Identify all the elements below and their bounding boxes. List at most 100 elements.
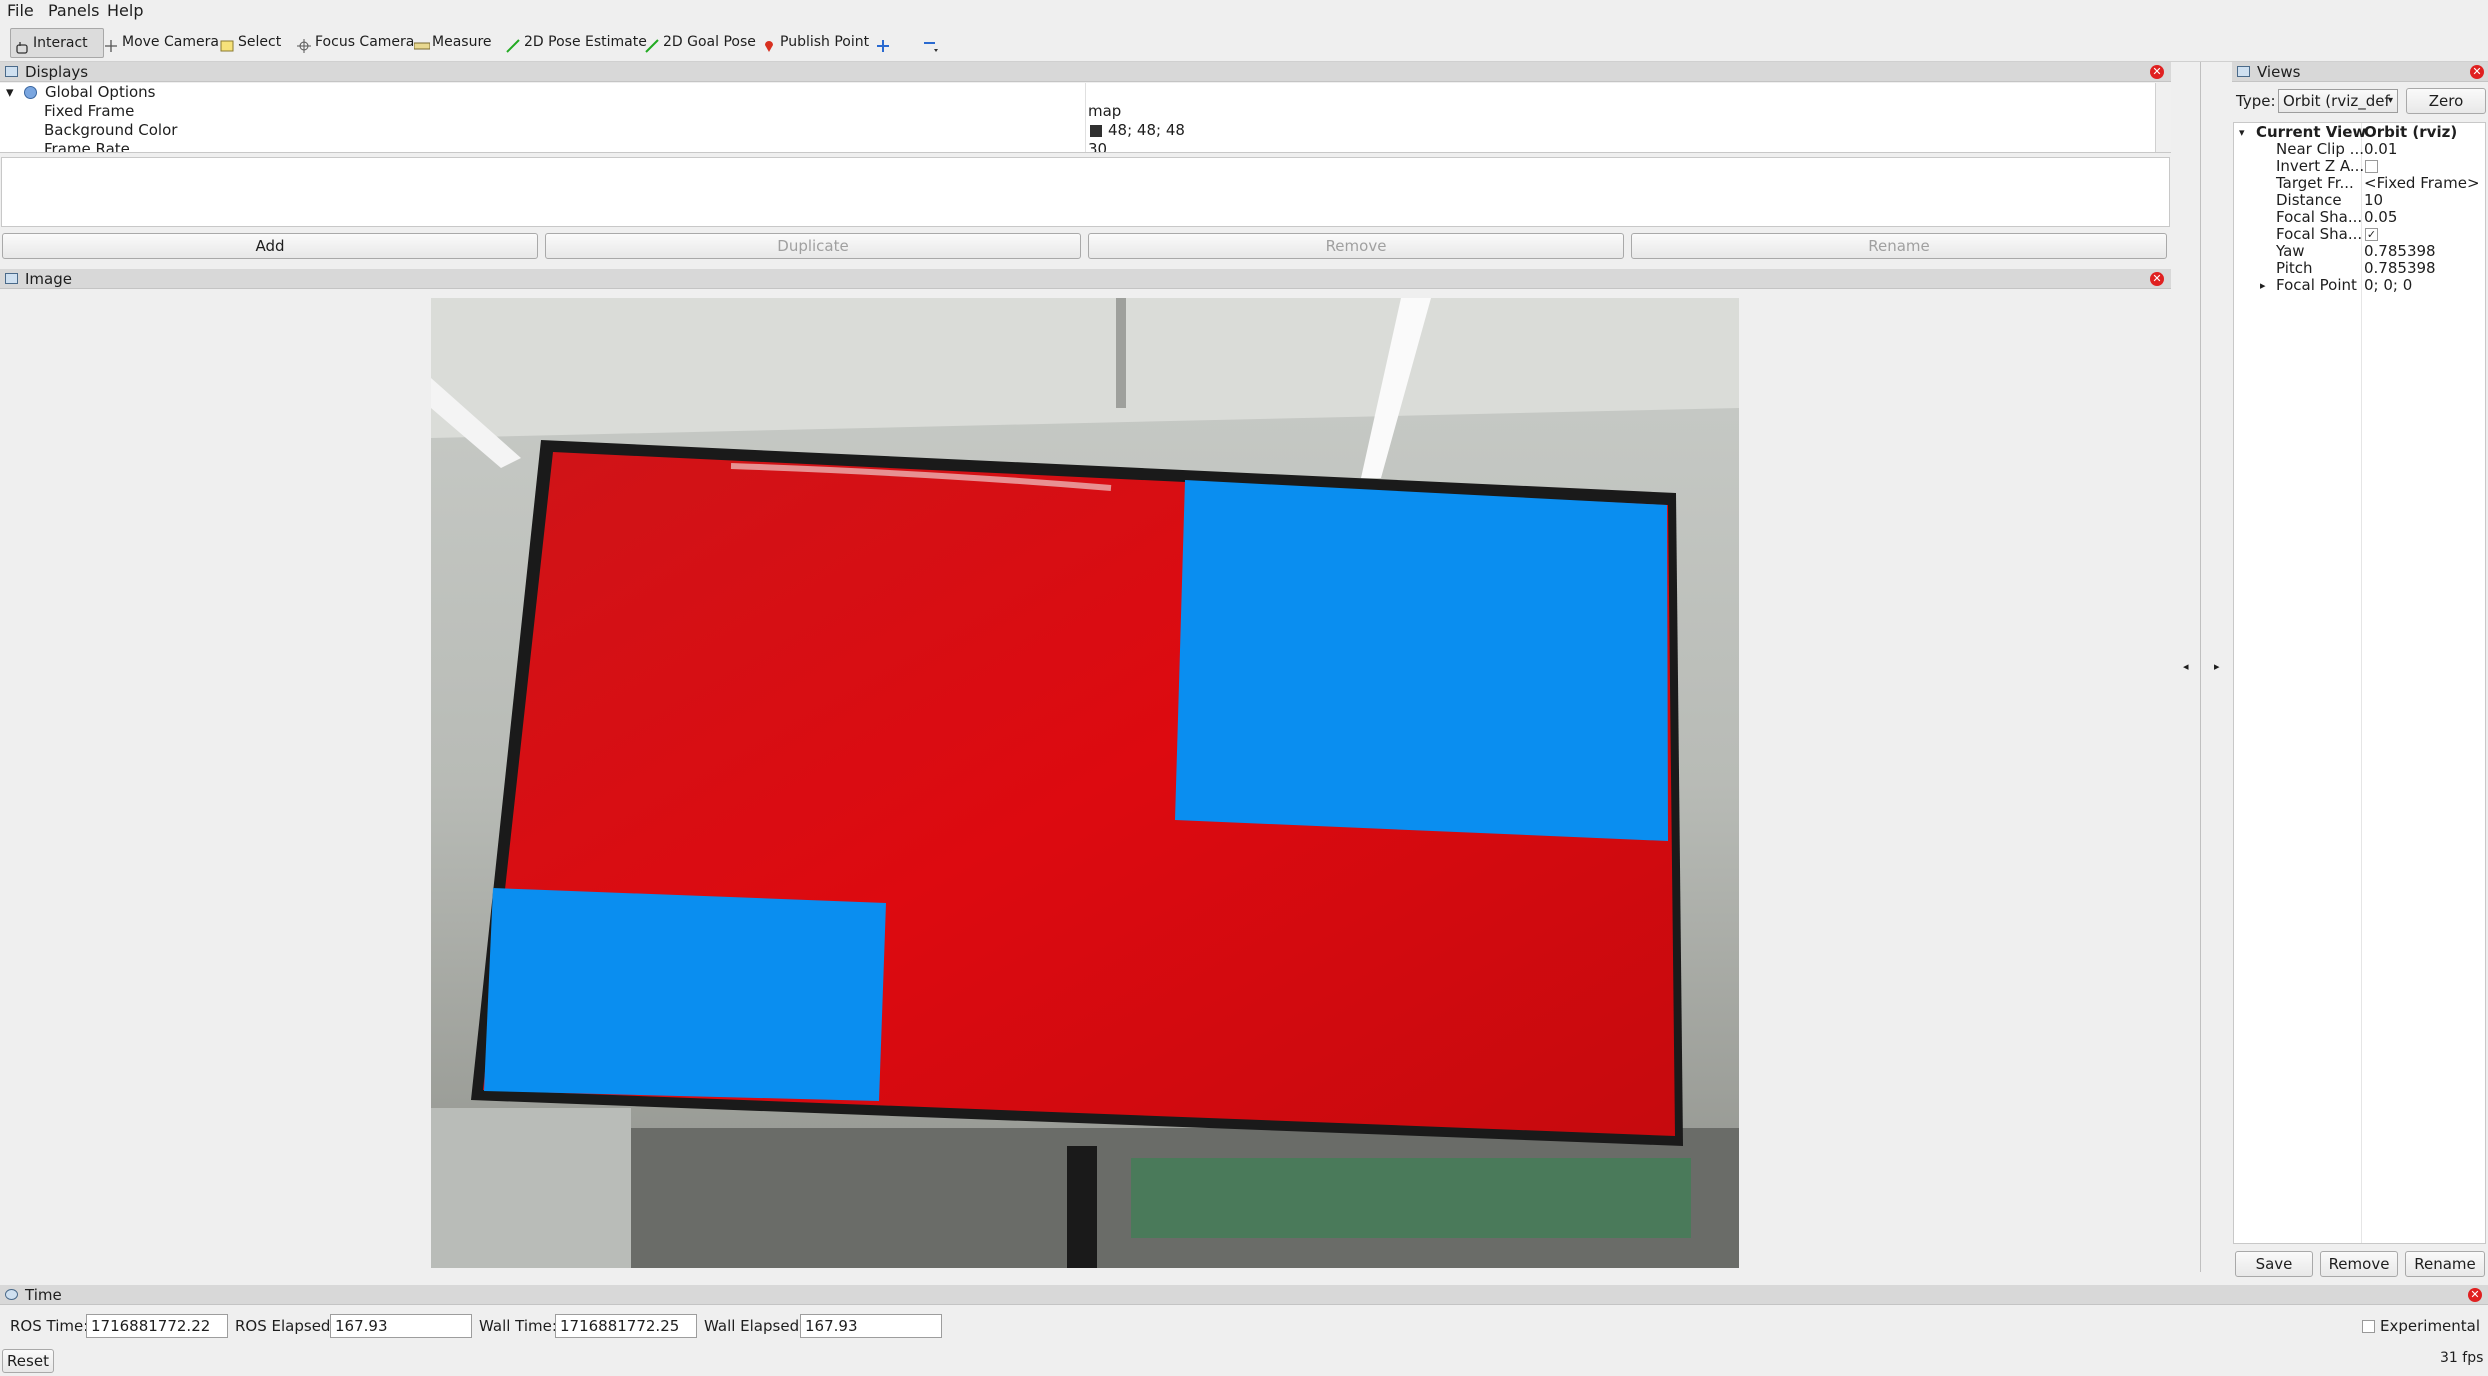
ros-elapsed-label: ROS Elapsed: (235, 1317, 336, 1335)
views-tree: ▾ Current View Orbit (rviz) Near Clip ..… (2233, 122, 2486, 1244)
green-arrow-icon (645, 35, 659, 53)
interact-tool-button[interactable]: Interact (10, 28, 104, 58)
expand-arrow-icon[interactable]: ▾ (2239, 123, 2245, 142)
add-display-button[interactable]: Add (2, 233, 538, 259)
interact-label: Interact (33, 35, 88, 51)
select-label: Select (238, 34, 282, 50)
expand-arrow-icon[interactable]: ▾ (6, 83, 14, 102)
select-tool-button[interactable]: Select (216, 28, 285, 56)
rename-view-button[interactable]: Rename (2405, 1251, 2485, 1277)
background-color-value[interactable]: 48; 48; 48 (1108, 121, 1185, 140)
image-panel-body (0, 290, 2171, 1283)
ros-time-label: ROS Time: (10, 1317, 89, 1335)
wall-time-label: Wall Time: (479, 1317, 557, 1335)
dropdown-arrow-icon: ▾ (2387, 95, 2393, 106)
green-arrow-icon (506, 35, 520, 53)
measure-tool-button[interactable]: Measure (410, 28, 496, 56)
close-icon[interactable]: ✕ (2468, 1288, 2482, 1302)
background-color-label: Background Color (44, 121, 178, 139)
menu-file[interactable]: File (7, 0, 34, 22)
fixed-frame-value[interactable]: map (1088, 102, 1121, 121)
displays-title: Displays (25, 63, 89, 81)
color-swatch (1090, 125, 1102, 137)
wall-elapsed-field[interactable]: 167.93 (800, 1314, 942, 1338)
expand-arrow-icon[interactable]: ▸ (2260, 276, 2266, 295)
goal-pose-label: 2D Goal Pose (663, 34, 756, 50)
view-type-select[interactable]: Orbit (rviz_def ▾ (2278, 89, 2398, 113)
fps-label: 31 fps (2440, 1350, 2484, 1366)
displays-panel-header: Displays ✕ (0, 62, 2171, 82)
menu-help[interactable]: Help (107, 0, 143, 22)
remove-display-button[interactable]: Remove (1088, 233, 1624, 259)
menu-bar: File Panels Help (0, 0, 2488, 22)
time-panel-header: Time ✕ (0, 1285, 2488, 1305)
experimental-checkbox[interactable] (2362, 1320, 2375, 1333)
zero-button[interactable]: Zero (2406, 88, 2486, 114)
ros-time-field[interactable]: 1716881772.22 (86, 1314, 228, 1338)
global-options-label[interactable]: Global Options (45, 83, 156, 102)
close-icon[interactable]: ✕ (2470, 65, 2484, 79)
publish-point-tool-button[interactable]: Publish Point (758, 28, 873, 56)
collapse-right-icon[interactable]: ▸ (2214, 660, 2220, 673)
image-title: Image (25, 270, 72, 288)
close-icon[interactable]: ✕ (2150, 272, 2164, 286)
map-pin-icon (762, 35, 776, 52)
experimental-label: Experimental (2380, 1317, 2481, 1335)
view-type-value: Orbit (rviz_def (2283, 92, 2390, 110)
clock-icon (5, 1289, 18, 1300)
crosshair-icon (297, 35, 311, 53)
hand-icon (15, 36, 29, 54)
measure-label: Measure (432, 34, 492, 50)
move-camera-label: Move Camera (122, 34, 219, 50)
camera-icon (2237, 66, 2250, 77)
views-panel-header: Views ✕ (2232, 62, 2488, 82)
move-icon (104, 35, 118, 52)
toolbar: Interact Move Camera Select Focus Camera… (0, 22, 2488, 62)
menu-panels[interactable]: Panels (48, 0, 100, 22)
displays-scrollbar[interactable] (2155, 83, 2171, 152)
focal-shape-size-value[interactable]: 0.05 (2364, 208, 2397, 227)
displays-tree: ▾ Global Options Fixed Frame map Backgro… (0, 83, 2171, 153)
view-type-label: Type: (2236, 92, 2276, 110)
reset-button[interactable]: Reset (2, 1349, 54, 1373)
invert-z-checkbox[interactable] (2365, 160, 2378, 173)
remove-view-button[interactable]: Remove (2320, 1251, 2398, 1277)
save-view-button[interactable]: Save (2235, 1251, 2313, 1277)
close-icon[interactable]: ✕ (2150, 65, 2164, 79)
pose-estimate-tool-button[interactable]: 2D Pose Estimate (502, 28, 651, 56)
views-title: Views (2257, 63, 2301, 81)
pose-estimate-label: 2D Pose Estimate (524, 34, 647, 50)
focal-point-value[interactable]: 0; 0; 0 (2364, 276, 2412, 295)
minus-icon (922, 35, 938, 52)
frame-rate-label: Frame Rate (44, 140, 130, 153)
duplicate-display-button[interactable]: Duplicate (545, 233, 1081, 259)
select-box-icon (220, 35, 234, 52)
column-divider (2361, 123, 2362, 1243)
goal-pose-tool-button[interactable]: 2D Goal Pose (641, 28, 760, 56)
plus-icon (876, 35, 890, 52)
rename-display-button[interactable]: Rename (1631, 233, 2167, 259)
collapse-left-icon[interactable]: ◂ (2183, 660, 2189, 673)
column-divider (1085, 83, 1086, 152)
panel-splitter[interactable] (2200, 62, 2201, 1272)
camera-image (431, 298, 1739, 1268)
wall-elapsed-label: Wall Elapsed: (704, 1317, 805, 1335)
gear-icon (24, 86, 37, 99)
focus-camera-label: Focus Camera (315, 34, 415, 50)
focal-shape-fixed-checkbox[interactable]: ✓ (2365, 228, 2378, 241)
focus-camera-tool-button[interactable]: Focus Camera (293, 28, 418, 56)
blue-block-bottom (484, 888, 886, 1101)
move-camera-tool-button[interactable]: Move Camera (100, 28, 223, 56)
add-tool-button[interactable] (872, 28, 894, 56)
ros-elapsed-field[interactable]: 167.93 (330, 1314, 472, 1338)
image-panel-header: Image ✕ (0, 269, 2171, 289)
frame-rate-value[interactable]: 30 (1088, 140, 1107, 152)
focal-point-label: Focal Point (2276, 276, 2357, 294)
monitor-icon (5, 66, 18, 77)
publish-point-label: Publish Point (780, 34, 870, 50)
near-clip-value[interactable]: 0.01 (2364, 140, 2397, 159)
image-icon (5, 273, 18, 284)
remove-tool-button[interactable] (918, 28, 940, 56)
time-title: Time (25, 1286, 62, 1304)
wall-time-field[interactable]: 1716881772.25 (555, 1314, 697, 1338)
